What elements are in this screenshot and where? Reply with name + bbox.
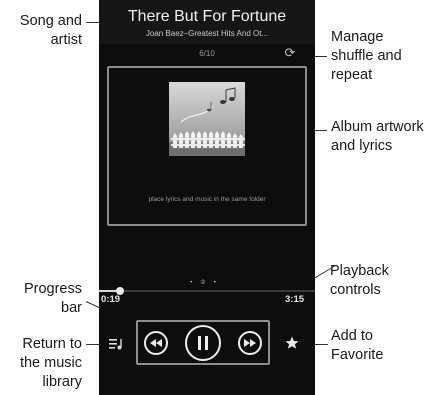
song-artist-album: Joan Baez–Greatest Hits And Ot...: [145, 29, 269, 38]
callout-line: Playback: [330, 263, 389, 279]
star-icon: [285, 336, 299, 349]
music-library-button[interactable]: [108, 337, 124, 351]
now-playing-header: There But For Fortune Joan Baez–Greatest…: [99, 0, 315, 44]
album-artwork-lyrics-area[interactable]: place lyrics and music in the same folde…: [107, 66, 307, 226]
callout-progress-bar: Progress bar: [2, 280, 82, 318]
callout-line: bar: [61, 300, 82, 316]
callout-line: artist: [50, 32, 82, 48]
album-artwork[interactable]: [169, 82, 245, 156]
callout-playback-controls: Playback controls: [330, 262, 442, 300]
rewind-button[interactable]: [144, 331, 168, 355]
callout-line: Add to: [331, 328, 373, 344]
callout-line: the music: [19, 355, 82, 371]
callout-song-and-artist: Song and artist: [2, 12, 82, 50]
callout-line: Song and: [19, 13, 82, 29]
callout-add-favorite: Add to Favorite: [331, 327, 443, 365]
shuffle-repeat-button[interactable]: ⟳: [282, 45, 298, 61]
total-duration: 3:15: [285, 294, 305, 305]
callout-line: Album artwork: [331, 119, 424, 135]
callout-line: Return to: [22, 336, 82, 352]
fast-forward-icon: [244, 339, 256, 347]
page-indicator: •②•: [99, 278, 315, 288]
callout-return-library: Return to the music library: [2, 335, 82, 392]
song-title: There But For Fortune: [127, 8, 287, 25]
playlist-icon: [109, 339, 122, 350]
music-player-screen: There But For Fortune Joan Baez–Greatest…: [99, 0, 315, 395]
callout-manage-shuffle: Manage shuffle and repeat: [331, 28, 443, 85]
elapsed-time: 0:19: [101, 294, 121, 305]
page-dot-current: ②: [200, 280, 214, 286]
pause-icon: [198, 336, 208, 350]
page-dot: •: [190, 280, 201, 286]
album-cover-image: [169, 82, 245, 156]
callout-line: and lyrics: [331, 138, 393, 154]
repeat-icon: ⟳: [284, 45, 296, 60]
callout-line: controls: [330, 282, 381, 298]
rewind-icon: [150, 339, 162, 347]
page-dot: •: [213, 280, 224, 286]
playback-controls: [136, 320, 270, 365]
favorite-button[interactable]: [284, 335, 300, 351]
pause-button[interactable]: [185, 325, 221, 361]
callout-line: repeat: [331, 67, 373, 83]
callout-line: shuffle and: [331, 48, 402, 64]
lyrics-hint: place lyrics and music in the same folde…: [148, 196, 266, 203]
callout-line: Progress: [23, 281, 82, 297]
fast-forward-button[interactable]: [238, 331, 262, 355]
callout-line: Manage: [331, 29, 384, 45]
progress-bar[interactable]: [99, 287, 315, 295]
callout-line: library: [42, 374, 82, 390]
callout-album-artwork: Album artwork and lyrics: [331, 118, 446, 156]
callout-line: Favorite: [331, 347, 384, 363]
